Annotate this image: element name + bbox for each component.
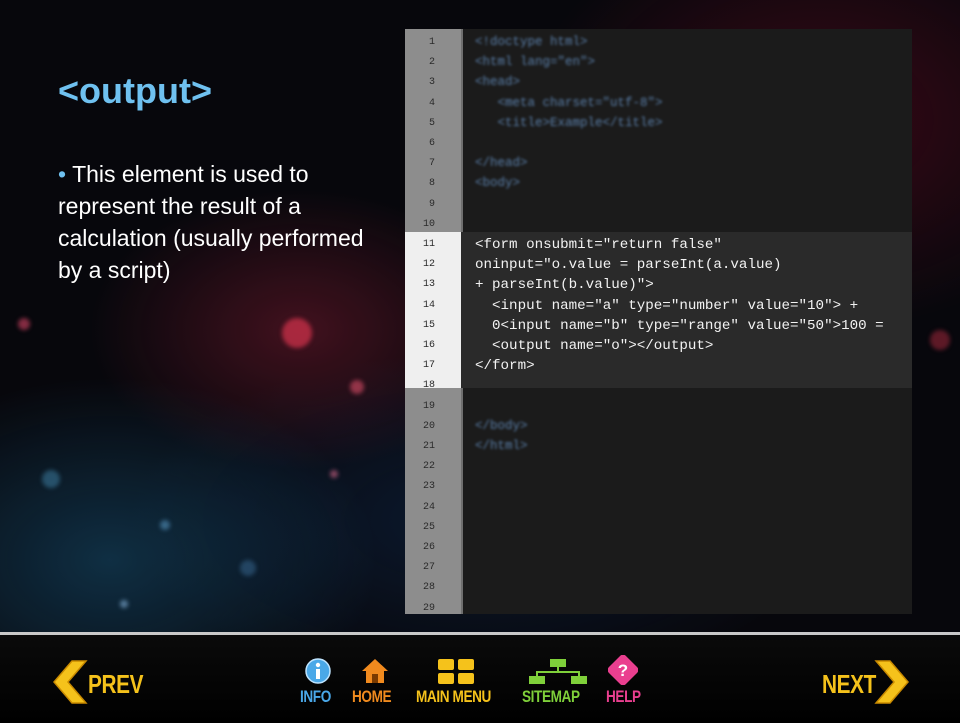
code-line: + parseInt(b.value)"> — [475, 277, 654, 294]
line-number: 19 — [422, 400, 435, 412]
bullet-text: This element is used to represent the re… — [58, 161, 364, 283]
line-number: 10 — [422, 218, 435, 230]
home-icon — [362, 659, 388, 683]
line-number: 12 — [422, 259, 435, 271]
line-number: 13 — [422, 279, 435, 291]
next-label: NEXT — [822, 669, 876, 699]
line-number: 26 — [422, 542, 435, 553]
code-line-dimmed: </html> — [475, 439, 528, 453]
chevron-right-icon — [874, 660, 909, 704]
line-number: 9 — [428, 198, 435, 210]
bottom-navigation-bar: PREV INFO HOME MAIN MENU SITEMAP ? HELP … — [0, 632, 960, 723]
code-line: <input name="a" type="number" value="10"… — [475, 297, 859, 314]
line-number: 16 — [422, 340, 435, 351]
chevron-left-icon — [53, 660, 88, 704]
help-button[interactable]: ? HELP — [604, 655, 648, 709]
line-number: 27 — [422, 562, 435, 574]
line-number: 5 — [428, 117, 435, 129]
line-number: 4 — [428, 97, 435, 109]
sitemap-label: SITEMAP — [522, 687, 580, 706]
next-button[interactable]: NEXT — [822, 659, 912, 705]
sitemap-icon — [529, 659, 587, 684]
line-number: 3 — [428, 77, 435, 89]
svg-text:?: ? — [618, 661, 628, 680]
code-line-dimmed: </head> — [475, 156, 528, 171]
main-menu-button[interactable]: MAIN MENU — [416, 655, 512, 709]
bullet-dot: • — [58, 161, 67, 187]
line-number: 14 — [422, 299, 435, 311]
line-number: 29 — [422, 602, 435, 614]
line-number: 18 — [422, 380, 435, 392]
code-line: oninput="o.value = parseInt(a.value) — [475, 257, 782, 274]
line-number: 17 — [422, 360, 435, 372]
line-number: 7 — [428, 158, 435, 170]
help-icon: ? — [608, 655, 638, 685]
help-label: HELP — [606, 687, 641, 706]
line-number: 1 — [428, 37, 435, 48]
code-line-dimmed: <html lang="en"> — [475, 55, 596, 70]
line-number: 22 — [422, 461, 435, 473]
code-line: <output name="o"></output> — [475, 338, 714, 354]
bullet-point: • This element is used to represent the r… — [58, 158, 368, 286]
code-line: <form onsubmit="return false" — [475, 237, 722, 253]
info-button[interactable]: INFO — [298, 655, 342, 709]
line-number: 15 — [422, 319, 435, 331]
prev-label: PREV — [88, 669, 144, 699]
line-number: 8 — [428, 178, 435, 190]
line-number: 2 — [428, 57, 435, 69]
code-line: 0<input name="b" type="range" value="50"… — [475, 317, 884, 334]
code-line-dimmed: <head> — [475, 75, 521, 90]
code-line-dimmed: <body> — [475, 176, 521, 191]
slide-title: <output> — [58, 70, 212, 111]
prev-button[interactable]: PREV — [52, 659, 144, 705]
code-line-dimmed: </body> — [475, 418, 528, 433]
line-number: 20 — [422, 420, 435, 432]
line-number: 25 — [422, 521, 435, 533]
code-line: </form> — [475, 358, 535, 375]
line-number: 11 — [422, 239, 435, 250]
code-line-dimmed: <meta charset="utf-8"> — [475, 95, 663, 110]
line-number: 28 — [422, 582, 435, 594]
line-number: 21 — [422, 441, 435, 452]
info-label: INFO — [300, 687, 331, 706]
info-icon — [305, 658, 331, 684]
home-label: HOME — [352, 687, 392, 706]
code-line-dimmed: <!doctype html> — [475, 35, 588, 49]
code-screenshot: 1 2 3 4 5 6 7 8 9 10 11 12 13 14 15 16 17 18 19 20 21 22 23 24 2… — [405, 29, 912, 614]
line-number: 6 — [428, 138, 435, 149]
line-number: 23 — [422, 481, 435, 493]
home-button[interactable]: HOME — [352, 655, 402, 709]
code-line-dimmed: <title>Example</title> — [475, 115, 663, 130]
line-number: 24 — [422, 501, 435, 513]
sitemap-button[interactable]: SITEMAP — [522, 655, 592, 709]
grid-menu-icon — [438, 659, 474, 684]
main-menu-label: MAIN MENU — [416, 687, 491, 706]
